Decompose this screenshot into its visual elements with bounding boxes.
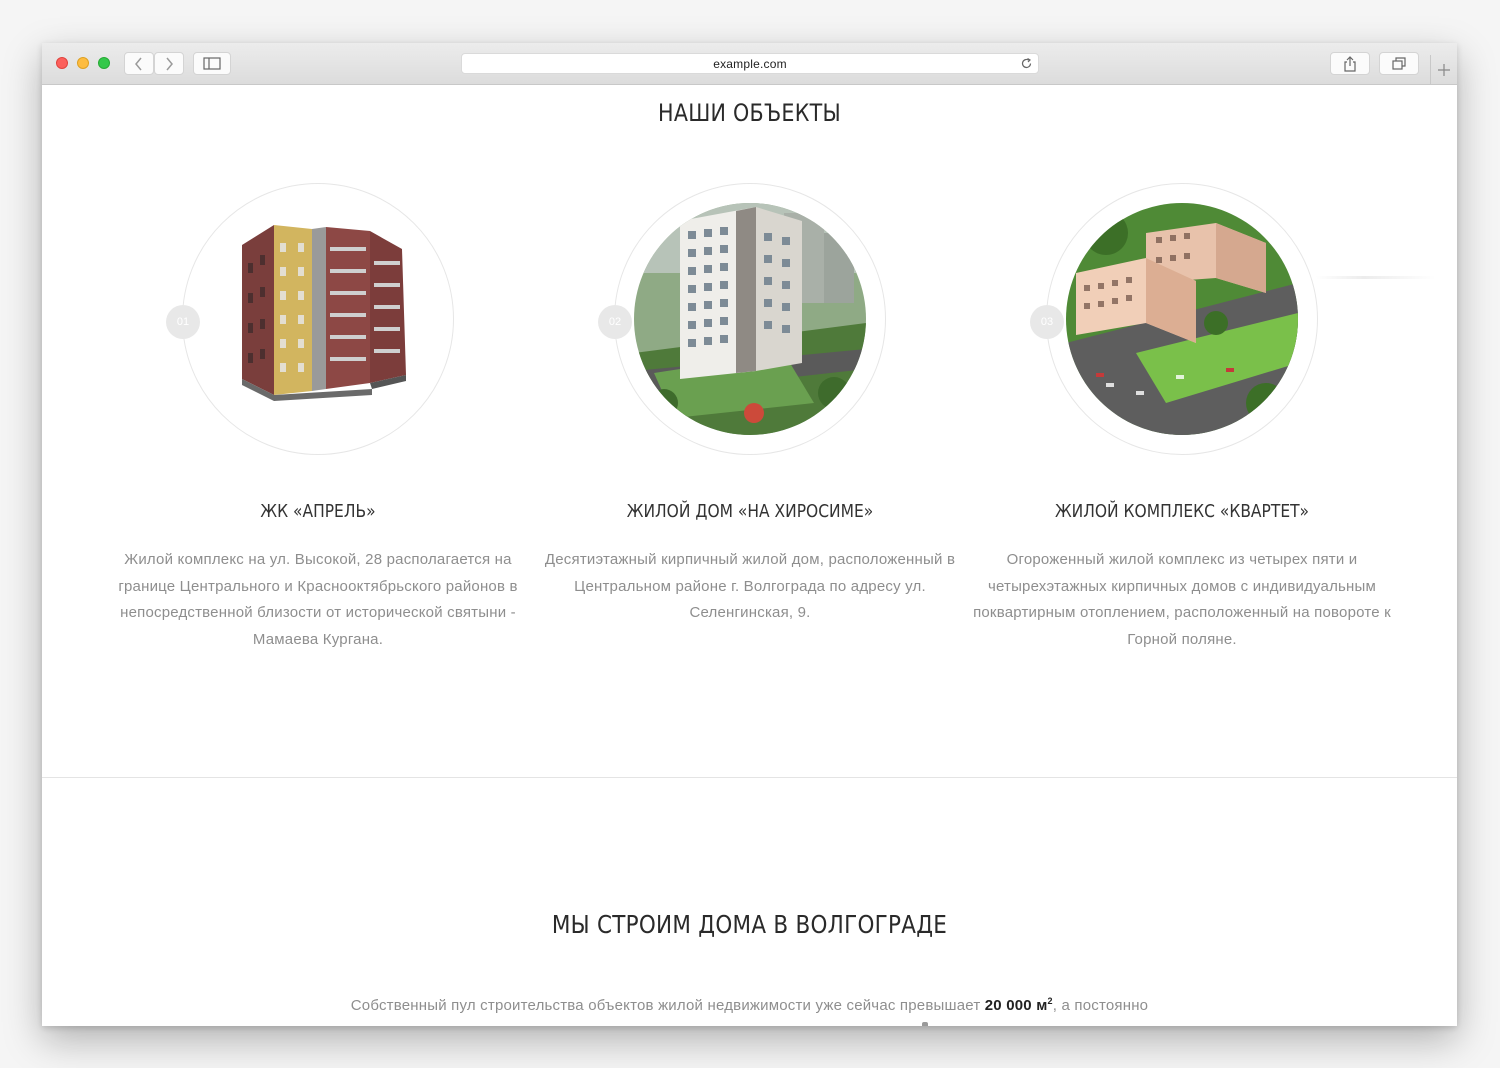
project-description: Огороженный жилой комплекс из четырех пя…: [973, 551, 1391, 648]
address-bar[interactable]: example.com: [461, 53, 1039, 74]
intro-text-start: Собственный пул строительства объектов ж…: [350, 997, 985, 1014]
tabs-overview-button[interactable]: [1379, 52, 1419, 75]
new-tab-button[interactable]: [1430, 55, 1457, 84]
project-title[interactable]: ЖК «АПРЕЛЬ»: [129, 501, 507, 522]
intro-area-highlight: 20 000 м2: [984, 996, 1053, 1014]
close-window-button[interactable]: [56, 57, 68, 69]
share-button[interactable]: [1330, 52, 1370, 75]
building-section-title: МЫ СТРОИМ ДОМА В ВОЛГОГРАДЕ: [551, 910, 948, 939]
back-button[interactable]: [124, 52, 154, 75]
section-divider: [42, 777, 1457, 778]
project-number-badge: 02: [598, 305, 632, 339]
project-number-badge: 03: [1030, 305, 1064, 339]
share-icon: [1344, 55, 1356, 72]
project-description: Десятиэтажный кирпичный жилой дом, распо…: [544, 551, 956, 621]
tabs-icon: [1392, 57, 1406, 70]
building-image: [202, 203, 434, 435]
objects-section-title: НАШИ ОБЪЕКТЫ: [658, 99, 841, 127]
project-number-badge: 01: [166, 305, 200, 339]
building-intro-text: Собственный пул строительства объектов ж…: [42, 996, 1457, 1014]
browser-toolbar: example.com: [42, 43, 1457, 85]
intro-text-end: , а постоянно: [1052, 997, 1149, 1014]
clipped-text-fragment: [922, 1022, 928, 1026]
browser-window: example.com НАШИ ОБЪЕКТЫ 01 ЖК «АПРЕЛЬ» …: [42, 43, 1457, 1026]
forward-button[interactable]: [154, 52, 184, 75]
sidebar-toggle-button[interactable]: [193, 52, 231, 75]
building-image: [1066, 203, 1298, 435]
minimize-window-button[interactable]: [77, 57, 89, 69]
building-image: [634, 203, 866, 435]
zoom-window-button[interactable]: [98, 57, 110, 69]
page-content: НАШИ ОБЪЕКТЫ 01 ЖК «АПРЕЛЬ» Жилой компле…: [42, 85, 1457, 1026]
reload-icon[interactable]: [1020, 57, 1033, 70]
chevron-right-icon: [166, 57, 173, 70]
sidebar-icon: [203, 57, 221, 70]
chevron-left-icon: [135, 57, 142, 70]
address-text: example.com: [713, 57, 787, 71]
decorative-streak: [1316, 276, 1436, 279]
project-description: Жилой комплекс на ул. Высокой, 28 распол…: [118, 551, 518, 648]
plus-icon: [1438, 63, 1450, 76]
project-title[interactable]: ЖИЛОЙ ДОМ «НА ХИРОСИМЕ»: [561, 501, 939, 522]
project-title[interactable]: ЖИЛОЙ КОМПЛЕКС «КВАРТЕТ»: [993, 501, 1371, 522]
intro-area-value: 20 000 м: [984, 997, 1048, 1014]
